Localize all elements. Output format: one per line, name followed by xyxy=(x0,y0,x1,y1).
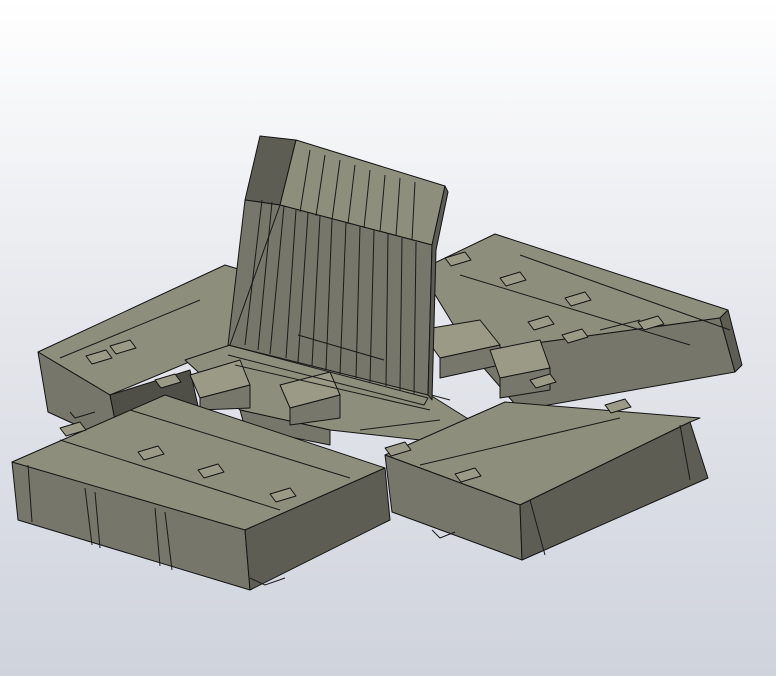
cad-model[interactable] xyxy=(0,0,776,676)
3d-viewport[interactable] xyxy=(0,0,776,676)
